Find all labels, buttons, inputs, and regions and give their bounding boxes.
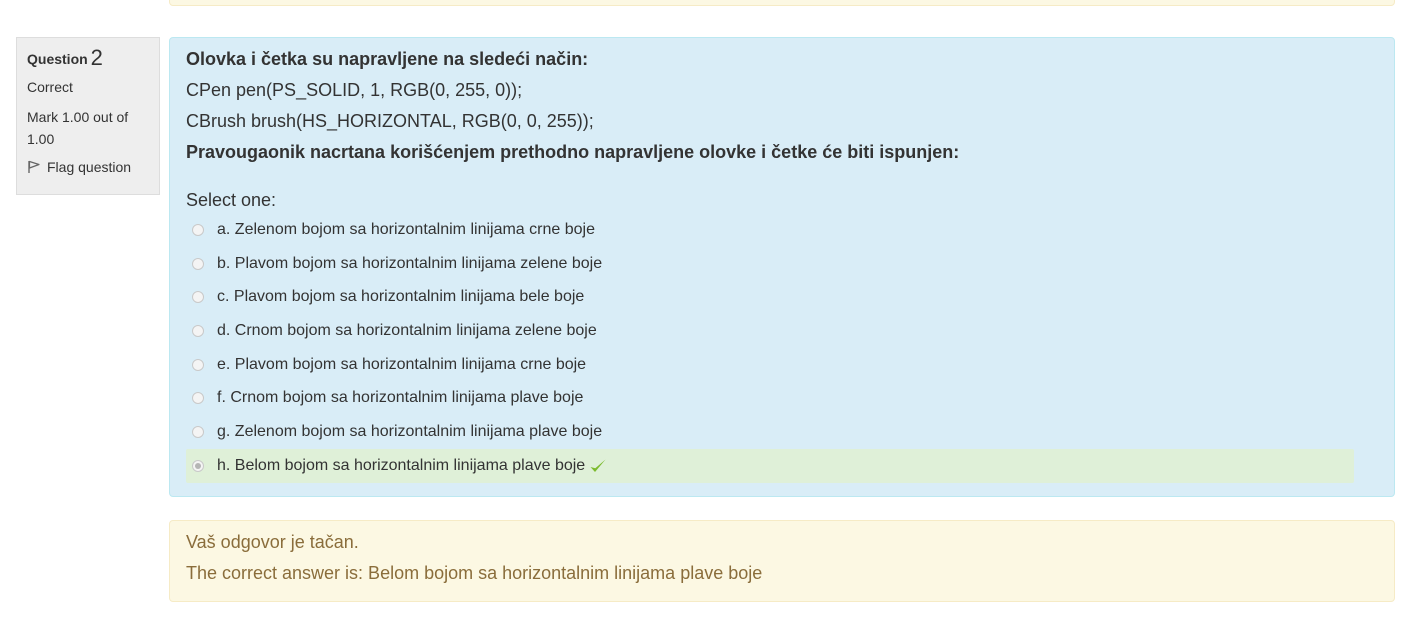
question-info-panel: Question 2 Correct Mark 1.00 out of 1.00 …	[16, 37, 160, 195]
question-text: Olovka i četka su napravljene na sledeći…	[186, 46, 959, 170]
answer-label: a. Zelenom bojom sa horizontalnim linija…	[217, 220, 595, 238]
previous-question-feedback-edge	[169, 0, 1395, 6]
answer-radio[interactable]	[192, 223, 204, 236]
question-grade: Mark 1.00 out of 1.00	[27, 109, 129, 147]
answer-option-a[interactable]: a. Zelenom bojom sa horizontalnim linija…	[186, 213, 1354, 247]
answer-option-d[interactable]: d. Crnom bojom sa horizontalnim linijama…	[186, 314, 1354, 348]
question-label: Question	[27, 51, 88, 67]
answer-radio[interactable]	[192, 291, 204, 304]
flag-question-label: Flag question	[47, 159, 132, 175]
question-text-line: CPen pen(PS_SOLID, 1, RGB(0, 255, 0));	[186, 80, 523, 100]
question-feedback: Vaš odgovor je tačan. The correct answer…	[169, 520, 1395, 602]
answer-options: a. Zelenom bojom sa horizontalnim linija…	[186, 213, 1354, 483]
answer-label: e. Plavom bojom sa horizontalnim linijam…	[217, 355, 587, 373]
answer-radio[interactable]	[192, 358, 204, 371]
answer-label: g. Zelenom bojom sa horizontalnim linija…	[217, 422, 603, 440]
checkmark-icon	[589, 458, 607, 474]
answer-radio-selected[interactable]	[192, 459, 204, 472]
answer-radio[interactable]	[192, 324, 204, 337]
flag-question-button[interactable]: Flag question	[27, 157, 149, 177]
answer-label: b. Plavom bojom sa horizontalnim linijam…	[217, 254, 603, 272]
question-formulation: Olovka i četka su napravljene na sledeći…	[169, 37, 1395, 497]
question-number-value: 2	[90, 45, 103, 70]
question-number: Question 2	[27, 45, 149, 72]
answer-radio[interactable]	[192, 257, 204, 270]
answer-label: f. Crnom bojom sa horizontalnim linijama…	[217, 389, 584, 407]
answer-option-f[interactable]: f. Crnom bojom sa horizontalnim linijama…	[186, 381, 1354, 415]
answer-option-b[interactable]: b. Plavom bojom sa horizontalnim linijam…	[186, 247, 1354, 281]
question-state: Correct	[27, 79, 73, 95]
answer-label: d. Crnom bojom sa horizontalnim linijama…	[217, 321, 597, 339]
question-text-line: Pravougaonik nacrtana korišćenjem pretho…	[186, 142, 960, 162]
answer-label: h. Belom bojom sa horizontalnim linijama…	[217, 456, 586, 474]
answer-radio[interactable]	[192, 425, 204, 438]
question-text-line: CBrush brush(HS_HORIZONTAL, RGB(0, 0, 25…	[186, 111, 594, 131]
answer-label: c. Plavom bojom sa horizontalnim linijam…	[217, 288, 585, 306]
answer-option-e[interactable]: e. Plavom bojom sa horizontalnim linijam…	[186, 348, 1354, 382]
answer-radio[interactable]	[192, 392, 204, 405]
question-text-line: Olovka i četka su napravljene na sledeći…	[186, 49, 589, 69]
answer-option-h[interactable]: h. Belom bojom sa horizontalnim linijama…	[186, 448, 1354, 483]
answer-option-g[interactable]: g. Zelenom bojom sa horizontalnim linija…	[186, 415, 1354, 449]
answer-option-c[interactable]: c. Plavom bojom sa horizontalnim linijam…	[186, 280, 1354, 314]
right-answer: The correct answer is: Belom bojom sa ho…	[186, 563, 763, 583]
flag-icon	[28, 160, 40, 173]
specific-feedback: Vaš odgovor je tačan.	[186, 532, 359, 552]
select-one-prompt: Select one:	[186, 190, 277, 210]
